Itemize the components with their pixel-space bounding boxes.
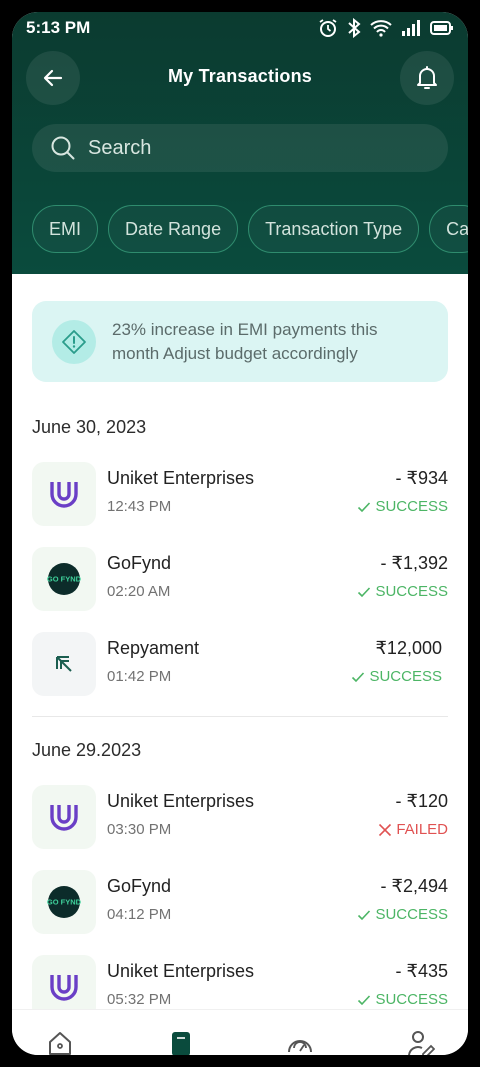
gofynd-logo: GO FYND <box>32 870 96 934</box>
transaction-amount: - ₹435 <box>395 961 448 981</box>
transaction-name: Uniket Enterprises <box>107 791 255 811</box>
repayment-arrow-icon <box>32 632 96 696</box>
status-text: SUCCESS <box>375 583 448 600</box>
uniket-logo <box>32 462 96 526</box>
date-header: June 29.2023 <box>32 740 142 760</box>
alert-text: 23% increase in EMI payments this month … <box>112 319 378 363</box>
transaction-time: 05:32 PM <box>107 991 172 1008</box>
gofynd-logo: GO FYND <box>32 547 96 611</box>
status-badge: SUCCESS <box>351 668 442 685</box>
transaction-row[interactable]: Repyament 01:42 PM ₹12,000 SUCCESS <box>32 632 448 696</box>
transaction-name: Uniket Enterprises <box>107 468 255 488</box>
warning-diamond-icon <box>62 329 86 354</box>
nav-credit-score[interactable] <box>285 1030 315 1055</box>
status-text: FAILED <box>396 821 448 838</box>
transaction-row[interactable]: Uniket Enterprises 12:43 PM - ₹934 SUCCE… <box>32 462 448 526</box>
nav-transactions[interactable] <box>166 1030 196 1055</box>
status-badge: FAILED <box>378 821 448 838</box>
transaction-time: 02:20 AM <box>107 583 171 600</box>
date-header: June 30, 2023 <box>32 417 147 437</box>
search-bar[interactable] <box>32 124 448 172</box>
transaction-amount: - ₹2,494 <box>380 876 449 896</box>
profile-edit-icon <box>408 1031 435 1055</box>
uniket-logo <box>32 955 96 1009</box>
transaction-amount: - ₹1,392 <box>380 553 449 573</box>
alarm-icon <box>319 19 337 37</box>
search-icon <box>51 136 75 160</box>
header: 5:13 PM My Transactions EMI Date Range T… <box>12 12 468 274</box>
transaction-name: Uniket Enterprises <box>107 961 255 981</box>
filter-chip-transaction-type[interactable]: Transaction Type <box>248 205 420 253</box>
filter-chip-category[interactable]: Ca <box>429 205 468 253</box>
status-text: SUCCESS <box>375 906 448 923</box>
bottom-nav <box>12 1009 468 1055</box>
status-icons <box>318 18 454 38</box>
transaction-row[interactable]: GO FYND GoFynd 04:12 PM - ₹2,494 SUCCESS <box>32 870 448 934</box>
nav-profile[interactable] <box>406 1030 436 1055</box>
transaction-time: 01:42 PM <box>107 668 172 685</box>
check-icon <box>358 909 371 920</box>
nav-home[interactable] <box>45 1030 75 1055</box>
home-icon <box>49 1032 71 1055</box>
status-time: 5:13 PM <box>26 18 91 37</box>
transaction-amount: - ₹120 <box>395 791 448 811</box>
transaction-time: 12:43 PM <box>107 498 172 515</box>
status-badge: SUCCESS <box>357 583 448 600</box>
transaction-name: Repyament <box>107 638 200 658</box>
uniket-logo <box>32 785 96 849</box>
transaction-name: GoFynd <box>107 876 172 896</box>
search-input[interactable] <box>88 136 418 160</box>
check-icon <box>358 501 371 512</box>
notifications-button[interactable] <box>400 51 454 105</box>
transaction-row[interactable]: Uniket Enterprises 03:30 PM - ₹120 FAILE… <box>32 785 448 849</box>
status-text: SUCCESS <box>375 991 448 1008</box>
insight-alert: 23% increase in EMI payments this month … <box>32 301 448 382</box>
gofynd-logo-text: GO FYND <box>47 898 81 907</box>
speedometer-icon <box>288 1040 312 1053</box>
cross-icon <box>379 823 392 836</box>
check-icon <box>358 994 371 1005</box>
alert-icon-badge <box>52 319 96 364</box>
phone-screen: 5:13 PM My Transactions EMI Date Range T… <box>12 12 468 1055</box>
filter-chip-date-range[interactable]: Date Range <box>108 205 239 253</box>
status-badge: SUCCESS <box>357 906 448 923</box>
transactions-list[interactable]: 23% increase in EMI payments this month … <box>12 274 468 1009</box>
transaction-row[interactable]: Uniket Enterprises 05:32 PM - ₹435 SUCCE… <box>32 955 448 1009</box>
divider <box>32 716 448 717</box>
battery-icon <box>430 21 453 35</box>
bluetooth-icon <box>348 18 361 38</box>
transaction-time: 03:30 PM <box>107 821 172 838</box>
transaction-time: 04:12 PM <box>107 906 172 923</box>
transaction-name: GoFynd <box>107 553 172 573</box>
transaction-amount: ₹12,000 <box>375 638 442 658</box>
filter-chips: EMI Date Range Transaction Type Ca <box>32 205 468 253</box>
gofynd-logo-text: GO FYND <box>47 575 81 584</box>
transaction-row[interactable]: GO FYND GoFynd 02:20 AM - ₹1,392 SUCCESS <box>32 547 448 611</box>
status-badge: SUCCESS <box>357 498 448 515</box>
transaction-amount: - ₹934 <box>395 468 448 488</box>
status-text: SUCCESS <box>369 668 442 685</box>
wifi-icon <box>370 20 392 37</box>
filter-chip-emi[interactable]: EMI <box>32 205 99 253</box>
status-badge: SUCCESS <box>357 991 448 1008</box>
check-icon <box>352 671 365 682</box>
bell-icon <box>417 66 437 89</box>
status-bar: 5:13 PM <box>26 16 454 40</box>
status-text: SUCCESS <box>375 498 448 515</box>
transactions-icon <box>172 1032 190 1055</box>
signal-icon <box>402 20 420 36</box>
check-icon <box>358 586 371 597</box>
